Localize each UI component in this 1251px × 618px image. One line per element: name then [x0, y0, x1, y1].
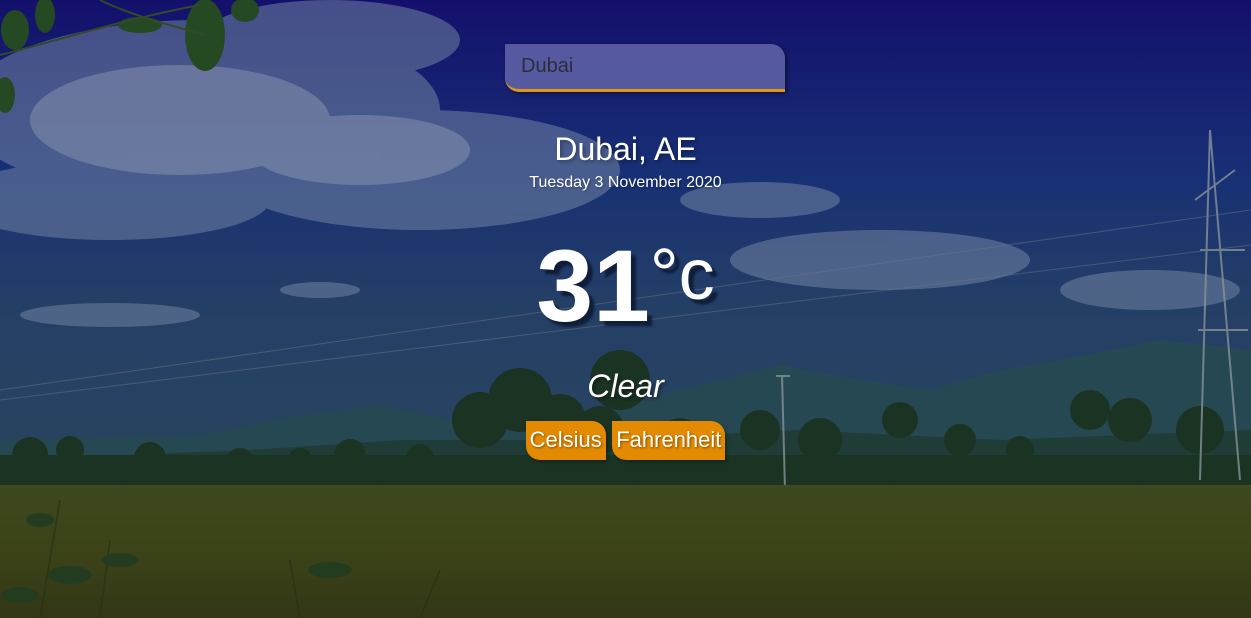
location-name: Dubai, AE [554, 131, 697, 167]
search-input[interactable] [505, 44, 785, 92]
fahrenheit-button[interactable]: Fahrenheit [612, 421, 726, 460]
temperature-display: 31°c [0, 228, 1251, 345]
weather-condition: Clear [587, 368, 664, 404]
unit-toggle-group: Celsius Fahrenheit [0, 421, 1251, 460]
current-date: Tuesday 3 November 2020 [529, 174, 722, 191]
weather-app: Dubai, AE Tuesday 3 November 2020 31°c C… [0, 0, 1251, 618]
celsius-button[interactable]: Celsius [525, 421, 606, 460]
temperature-value: 31 [536, 229, 650, 343]
temperature-unit: °c [649, 235, 715, 315]
